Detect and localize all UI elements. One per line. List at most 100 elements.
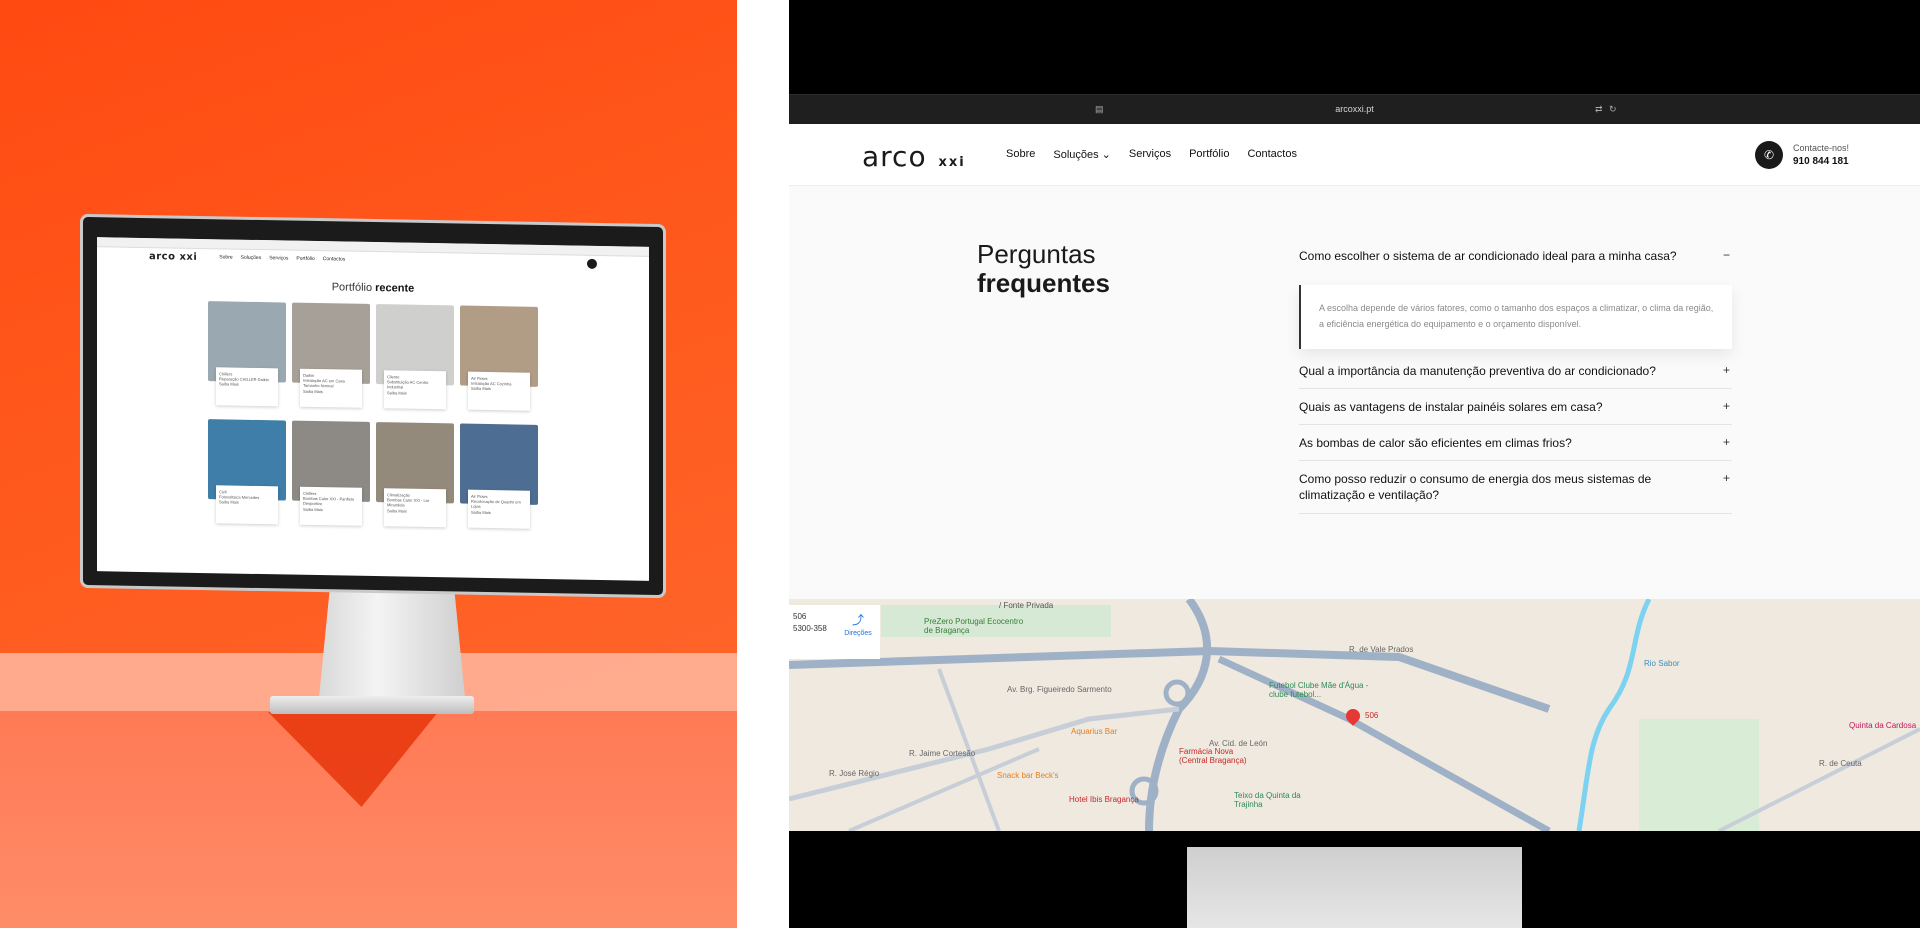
- mini-card-title: Substituição AC Centro Industrial: [387, 379, 429, 390]
- faq-heading-light: Perguntas: [977, 239, 1096, 269]
- mini-card-link[interactable]: Saiba Mais: [387, 508, 443, 514]
- directions-label: Direções: [844, 630, 872, 637]
- monitor-stand-neck: [318, 588, 466, 708]
- phone-icon[interactable]: ✆: [1755, 141, 1783, 169]
- map-label: R. de Ceuta: [1819, 759, 1862, 768]
- faq-accordion: Como escolher o sistema de ar condiciona…: [1299, 238, 1732, 514]
- mini-nav-item[interactable]: Soluções: [241, 255, 262, 261]
- mini-logo: arco xxi: [149, 250, 198, 263]
- translate-icon[interactable]: ⇄: [1595, 104, 1603, 115]
- directions-button[interactable]: ⤴ Direções: [841, 611, 875, 640]
- logo-sub: xxi: [938, 155, 966, 170]
- mini-portfolio-grid: Chillers Reparação CHILLER Daikin Saiba Ma…: [97, 299, 649, 539]
- mini-card-text: Chillers Reparação CHILLER Daikin Saiba Ma…: [216, 367, 278, 407]
- site-logo[interactable]: arco xxi: [862, 140, 966, 173]
- contact-block[interactable]: Contacte-nos! 910 844 181: [1793, 142, 1849, 169]
- logo-main: arco: [862, 140, 927, 173]
- map-card-title: 506: [793, 612, 807, 621]
- right-screen-panel: ▤ arcoxxi.pt ⇄ ↻ arco xxi Sobre Soluções…: [789, 0, 1920, 928]
- faq-item[interactable]: Quais as vantagens de instalar painéis s…: [1299, 389, 1732, 426]
- mini-card-title: Bombas Calor XXI - Lar Mirandela: [387, 497, 430, 508]
- map-label: Futebol Clube Mãe d'Água - clube futebol…: [1269, 681, 1369, 699]
- faq-question: As bombas de calor são eficientes em cli…: [1299, 436, 1572, 451]
- website: arco xxi Sobre Soluções ⌄ Serviços Portf…: [789, 124, 1920, 831]
- mini-card-text: Chillers Bombas Calor XXI - Panfleto Desp…: [300, 486, 362, 526]
- mini-portfolio-card[interactable]: Cliente Substituição AC Centro Industrial…: [376, 304, 454, 417]
- map-info-card: 506 5300-358 ⤴ Direções: [789, 605, 880, 659]
- map-label: Aquarius Bar: [1071, 727, 1118, 736]
- faq-question: Como escolher o sistema de ar condiciona…: [1299, 249, 1677, 263]
- mini-nav-item[interactable]: Sobre: [219, 254, 232, 260]
- map-label: Hotel Ibis Bragança: [1069, 795, 1139, 804]
- contact-label: Contacte-nos!: [1793, 143, 1850, 153]
- faq-item[interactable]: Qual a importância da manutenção prevent…: [1299, 353, 1732, 389]
- mini-title-bold: recente: [375, 282, 415, 295]
- map-label: / Fonte Privada: [999, 601, 1054, 610]
- map-label: R. José Régio: [829, 769, 880, 778]
- map-label: Av. Cid. de León: [1209, 739, 1268, 748]
- mini-nav-item[interactable]: Contactos: [323, 256, 346, 262]
- site-header: arco xxi Sobre Soluções ⌄ Serviços Portf…: [789, 124, 1920, 186]
- mini-nav-item[interactable]: Portfólio: [296, 256, 314, 262]
- map-label: Rio Sabor: [1644, 659, 1680, 668]
- mini-card-link[interactable]: Saiba Mais: [219, 382, 275, 388]
- map-label: Teixo da Quinta da Trajinha: [1234, 791, 1301, 809]
- map-card-postcode: 5300-358: [793, 624, 827, 633]
- mini-title-light: Portfólio: [331, 281, 373, 294]
- map-label: Av. Brg. Figueiredo Sarmento: [1007, 685, 1112, 694]
- mini-card-text: Civil Fotovoltaica Mercedes Saiba Mais: [216, 485, 278, 525]
- faq-heading-bold: frequentes: [977, 268, 1110, 299]
- map-label: R. de Vale Prados: [1349, 645, 1414, 654]
- mini-card-title: Recolocação de Quadro em Lojas: [471, 498, 521, 510]
- mini-card-link[interactable]: Saiba Mais: [303, 388, 359, 394]
- collapse-icon[interactable]: −: [1723, 247, 1730, 263]
- mini-portfolio-card[interactable]: Air Flows Instalação AC Cozinha Saiba Mais: [460, 305, 538, 419]
- faq-question: Como posso reduzir o consumo de energia …: [1299, 472, 1652, 503]
- nav-sobre[interactable]: Sobre: [1006, 148, 1035, 161]
- mini-nav-item[interactable]: Serviços: [269, 255, 288, 261]
- url-bar[interactable]: arcoxxi.pt: [789, 104, 1920, 114]
- composition: arco xxi Sobre Soluções Serviços Portfól…: [0, 0, 1920, 928]
- faq-heading: Perguntas frequentes: [977, 239, 1110, 299]
- mini-card-text: Air Flows Instalação AC Cozinha Saiba Mais: [468, 371, 530, 411]
- main-nav: Sobre Soluções ⌄ Serviços Portfólio Cont…: [1006, 148, 1297, 161]
- expand-icon[interactable]: +: [1723, 434, 1730, 450]
- expand-icon[interactable]: +: [1723, 470, 1730, 486]
- mini-portfolio-card[interactable]: Chillers Reparação CHILLER Daikin Saiba Ma…: [208, 301, 286, 414]
- mini-card-link[interactable]: Saiba Mais: [219, 500, 275, 506]
- expand-icon[interactable]: +: [1723, 362, 1730, 378]
- left-mockup-panel: arco xxi Sobre Soluções Serviços Portfól…: [0, 0, 737, 928]
- faq-item[interactable]: As bombas de calor são eficientes em cli…: [1299, 425, 1732, 462]
- faq-answer: A escolha depende de vários fatores, com…: [1299, 285, 1732, 349]
- faq-item[interactable]: Como posso reduzir o consumo de energia …: [1299, 461, 1732, 514]
- map-label: Quinta da Cardosa: [1849, 721, 1917, 730]
- nav-servicos[interactable]: Serviços: [1129, 148, 1171, 161]
- monitor-stand-base: [270, 696, 474, 714]
- faq-question: Qual a importância da manutenção prevent…: [1299, 363, 1656, 378]
- mini-portfolio-card[interactable]: Air Flows Recolocação de Quadro em Lojas S…: [460, 423, 538, 537]
- mini-phone-icon[interactable]: [587, 258, 597, 269]
- mini-card-link[interactable]: Saiba Mais: [471, 509, 527, 515]
- mini-portfolio-card[interactable]: Daikin Instalação AC em Casa Tamanho Norm…: [292, 302, 370, 416]
- expand-icon[interactable]: +: [1723, 398, 1730, 414]
- mini-card-link[interactable]: Saiba Mais: [387, 390, 443, 396]
- mini-card-title: Instalação AC em Casa Tamanho Normal: [303, 377, 345, 389]
- phone-number[interactable]: 910 844 181: [1793, 156, 1849, 167]
- mini-portfolio-card[interactable]: Civil Fotovoltaica Mercedes Saiba Mais: [208, 419, 286, 532]
- mini-portfolio-card[interactable]: Chillers Bombas Calor XXI - Panfleto Desp…: [292, 420, 370, 534]
- nav-solucoes[interactable]: Soluções ⌄: [1053, 148, 1111, 161]
- mini-portfolio-card[interactable]: Climatização Bombas Calor XXI - Lar Miran…: [376, 422, 454, 535]
- mini-card-title: Bombas Calor XXI - Panfleto Desportivo: [303, 495, 355, 507]
- mini-card-link[interactable]: Saiba Mais: [303, 506, 359, 512]
- mini-portfolio-title: Portfólio recente: [97, 277, 649, 299]
- mini-card-text: Air Flows Recolocação de Quadro em Lojas S…: [468, 489, 530, 529]
- reload-icon[interactable]: ↻: [1609, 104, 1617, 115]
- faq-item-open[interactable]: Como escolher o sistema de ar condiciona…: [1299, 238, 1732, 273]
- nav-portfolio[interactable]: Portfólio: [1189, 148, 1229, 161]
- map-label: Farmácia Nova (Central Bragança): [1179, 747, 1247, 765]
- map-label: R. Jaime Cortesão: [909, 749, 976, 758]
- faq-question: Quais as vantagens de instalar painéis s…: [1299, 399, 1603, 414]
- mini-card-link[interactable]: Saiba Mais: [471, 386, 527, 392]
- embedded-map[interactable]: 506 5300-358 ⤴ Direções / Fonte Privada …: [789, 599, 1920, 831]
- nav-contactos[interactable]: Contactos: [1247, 148, 1297, 161]
